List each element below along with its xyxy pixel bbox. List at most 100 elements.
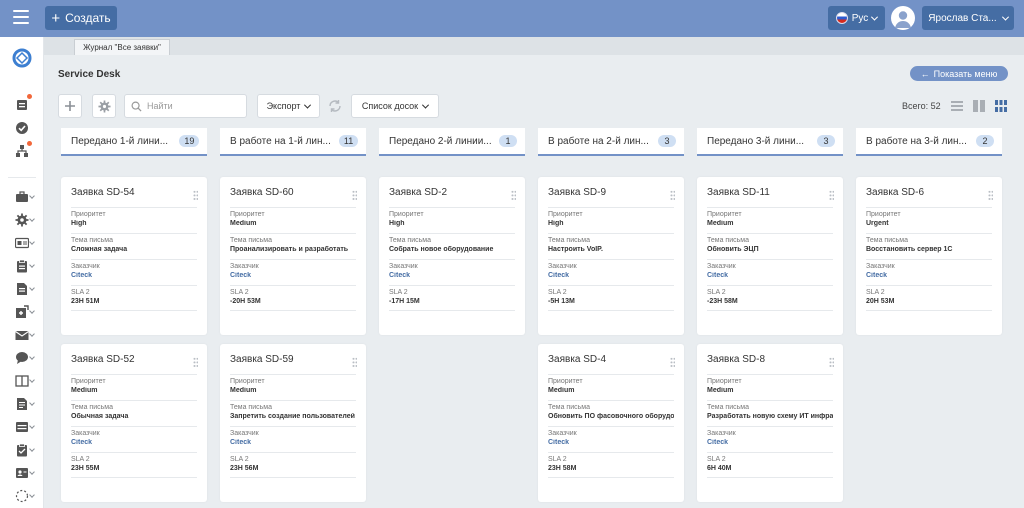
user-menu-button[interactable]: Ярослав Ста... — [922, 6, 1014, 30]
card-title[interactable]: Заявка SD-8 — [707, 354, 833, 365]
sidebar-item-add-document[interactable] — [0, 302, 44, 322]
export-button[interactable]: Экспорт — [257, 94, 320, 118]
sidebar-item-tasks[interactable] — [0, 118, 44, 138]
chevron-down-icon — [29, 423, 35, 429]
column-header[interactable]: Передано 3-й лини... 3 — [697, 128, 843, 156]
sidebar-item-contacts[interactable] — [0, 463, 44, 483]
customer-link[interactable]: Citeck — [548, 272, 674, 279]
card-title[interactable]: Заявка SD-60 — [230, 187, 356, 198]
task-card[interactable]: Заявка SD-59 Приоритет Medium Тема письма… — [220, 344, 366, 502]
task-card[interactable]: Заявка SD-60 Приоритет Medium Тема письма… — [220, 177, 366, 335]
sla-value: 20H 53M — [866, 298, 895, 305]
chevron-down-icon — [1001, 13, 1009, 21]
menu-icon[interactable] — [13, 10, 29, 24]
sidebar-item-book[interactable] — [0, 371, 44, 391]
drag-handle-icon[interactable] — [352, 357, 357, 368]
sidebar-item-documents[interactable] — [0, 94, 44, 114]
customer-link[interactable]: Citeck — [548, 439, 674, 446]
column-header[interactable]: Передано 1-й лини... 19 — [61, 128, 207, 156]
sidebar-item-mail[interactable] — [0, 325, 44, 345]
column-header[interactable]: Передано 2-й линии... 1 — [379, 128, 525, 156]
create-button[interactable]: + Создать — [45, 6, 117, 30]
sla-value: -20H 53M — [230, 298, 261, 305]
card-title[interactable]: Заявка SD-52 — [71, 354, 197, 365]
logo-icon[interactable] — [0, 47, 44, 69]
kanban-view-icon[interactable] — [994, 99, 1008, 113]
sidebar-item-clipboard[interactable] — [0, 256, 44, 276]
drag-handle-icon[interactable] — [193, 357, 198, 368]
column-header[interactable]: В работе на 3-й лин... 2 — [856, 128, 1002, 156]
column-header[interactable]: В работе на 1-й лин... 11 — [220, 128, 366, 156]
chevron-down-icon — [29, 469, 35, 475]
sidebar-item-cards[interactable] — [0, 233, 44, 253]
drag-handle-icon[interactable] — [670, 190, 675, 201]
sidebar-item-loading[interactable] — [0, 486, 44, 506]
sidebar-item-chat[interactable] — [0, 348, 44, 368]
spinner-icon — [15, 489, 29, 503]
sidebar-divider — [8, 177, 36, 178]
tab-all-requests[interactable]: Журнал "Все заявки" — [74, 39, 170, 55]
columns-view-icon[interactable] — [972, 99, 986, 113]
settings-button[interactable] — [92, 94, 116, 118]
export-label: Экспорт — [266, 101, 301, 111]
task-card[interactable]: Заявка SD-52 Приоритет Medium Тема письма… — [61, 344, 207, 502]
add-button[interactable] — [58, 94, 82, 118]
customer-link[interactable]: Citeck — [230, 439, 356, 446]
chevron-down-icon — [29, 239, 35, 245]
task-card[interactable]: Заявка SD-11 Приоритет Medium Тема письма… — [697, 177, 843, 335]
sidebar-item-checklist[interactable] — [0, 440, 44, 460]
boards-list-button[interactable]: Список досок — [351, 94, 439, 118]
column-header[interactable]: В работе на 2-й лин... 3 — [538, 128, 684, 156]
drag-handle-icon[interactable] — [670, 357, 675, 368]
task-card[interactable]: Заявка SD-4 Приоритет Medium Тема письма О… — [538, 344, 684, 502]
card-title[interactable]: Заявка SD-9 — [548, 187, 674, 198]
task-card[interactable]: Заявка SD-6 Приоритет Urgent Тема письма В… — [856, 177, 1002, 335]
priority-value: Medium — [230, 387, 257, 394]
sidebar-item-list[interactable] — [0, 394, 44, 414]
sla-value: 23H 58M — [548, 465, 577, 472]
column-count-badge: 2 — [976, 135, 994, 147]
list-view-icon[interactable] — [950, 99, 964, 113]
drag-handle-icon[interactable] — [988, 190, 993, 201]
sidebar-item-table[interactable] — [0, 417, 44, 437]
sidebar-item-settings[interactable] — [0, 210, 44, 230]
priority-value: High — [548, 220, 564, 227]
drag-handle-icon[interactable] — [511, 190, 516, 201]
refresh-icon[interactable] — [327, 98, 343, 114]
drag-handle-icon[interactable] — [829, 357, 834, 368]
drag-handle-icon[interactable] — [193, 190, 198, 201]
customer-link[interactable]: Citeck — [866, 272, 992, 279]
plus-icon — [65, 101, 75, 111]
search-input[interactable] — [147, 101, 242, 111]
card-title[interactable]: Заявка SD-2 — [389, 187, 515, 198]
sidebar-item-files[interactable] — [0, 279, 44, 299]
sidebar-item-briefcase[interactable] — [0, 187, 44, 207]
customer-link[interactable]: Citeck — [230, 272, 356, 279]
show-menu-button[interactable]: ← Показать меню — [910, 66, 1008, 81]
subject-value: Разработать новую схему ИТ инфраструктур… — [707, 413, 833, 420]
task-card[interactable]: Заявка SD-8 Приоритет Medium Тема письма Р… — [697, 344, 843, 502]
page-title: Service Desk — [58, 69, 121, 80]
customer-link[interactable]: Citeck — [707, 439, 833, 446]
sidebar-item-structure[interactable] — [0, 141, 44, 161]
drag-handle-icon[interactable] — [829, 190, 834, 201]
language-button[interactable]: Рус — [828, 6, 885, 30]
task-card[interactable]: Заявка SD-54 Приоритет High Тема письма Сл… — [61, 177, 207, 335]
customer-link[interactable]: Citeck — [71, 272, 197, 279]
customer-link[interactable]: Citeck — [389, 272, 515, 279]
card-title[interactable]: Заявка SD-4 — [548, 354, 674, 365]
card-title[interactable]: Заявка SD-54 — [71, 187, 197, 198]
task-card[interactable]: Заявка SD-9 Приоритет High Тема письма Нас… — [538, 177, 684, 335]
card-title[interactable]: Заявка SD-11 — [707, 187, 833, 198]
customer-link[interactable]: Citeck — [71, 439, 197, 446]
drag-handle-icon[interactable] — [352, 190, 357, 201]
priority-label: Приоритет — [389, 211, 424, 218]
sla-label: SLA 2 — [866, 289, 885, 296]
arrow-left-icon: ← — [920, 68, 930, 79]
task-card[interactable]: Заявка SD-2 Приоритет High Тема письма Соб… — [379, 177, 525, 335]
subject-value: Обновить ПО фасовочного оборудования — [548, 413, 674, 420]
avatar[interactable] — [891, 6, 915, 30]
customer-link[interactable]: Citeck — [707, 272, 833, 279]
card-title[interactable]: Заявка SD-6 — [866, 187, 992, 198]
card-title[interactable]: Заявка SD-59 — [230, 354, 356, 365]
